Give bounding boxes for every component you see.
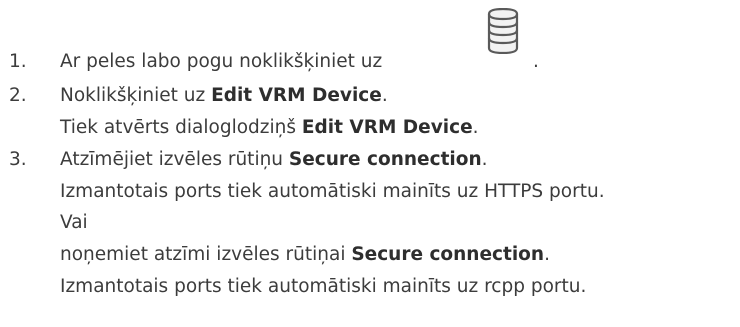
step-3-alternative: noņemiet atzīmi izvēles rūtiņai Secure c…	[60, 243, 550, 267]
step-2-result-text: Tiek atvērts dialoglodziņš	[60, 117, 302, 138]
step-1-text: Ar peles labo pogu noklikšķiniet uz	[60, 50, 382, 74]
step-1-instruction: Ar peles labo pogu noklikšķiniet uz	[60, 51, 383, 72]
step-number: 3.	[9, 149, 27, 170]
step-number: 2.	[9, 85, 27, 106]
period: .	[381, 85, 388, 106]
edit-vrm-device-dialog-label: Edit VRM Device	[301, 117, 473, 138]
document-page: { "steps": [ { "number": "1.", "text_bef…	[0, 0, 740, 327]
step-3-text: Atzīmējiet izvēles rūtiņu Secure connect…	[60, 148, 488, 172]
database-stack-icon	[487, 8, 519, 54]
step-1-period: .	[533, 51, 539, 72]
or-text: Vai	[60, 212, 88, 233]
step-number: 1.	[9, 51, 27, 72]
step-3-alt-result: Izmantotais ports tiek automātiski mainī…	[60, 276, 587, 297]
step-3-alt-instruction: noņemiet atzīmi izvēles rūtiņai	[60, 244, 352, 265]
step-2-result: Tiek atvērts dialoglodziņš Edit VRM Devi…	[60, 116, 479, 140]
step-2-text: Noklikšķiniet uz Edit VRM Device.	[60, 84, 388, 108]
edit-vrm-device-label: Edit VRM Device	[211, 85, 382, 106]
period: .	[481, 149, 488, 170]
period: .	[472, 117, 479, 138]
secure-connection-label: Secure connection	[351, 244, 545, 265]
secure-connection-label: Secure connection	[288, 149, 482, 170]
step-3-instruction: Atzīmējiet izvēles rūtiņu	[60, 149, 289, 170]
step-3-result: Izmantotais ports tiek automātiski mainī…	[60, 181, 605, 202]
step-2-instruction: Noklikšķiniet uz	[60, 85, 212, 106]
period: .	[544, 244, 550, 265]
